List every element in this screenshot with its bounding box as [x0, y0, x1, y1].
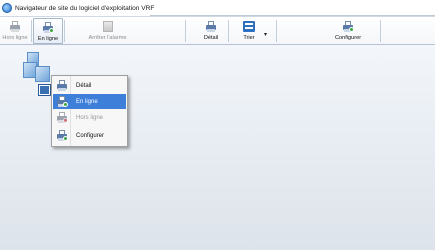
- offline-button-label: Hors ligne: [2, 35, 28, 41]
- toolbar-separator: [228, 20, 229, 42]
- sort-icon: [243, 21, 255, 32]
- menu-item-label: Configurer: [76, 132, 105, 139]
- configure-button-label: Configurer: [334, 35, 362, 41]
- menu-item-label: En ligne: [76, 98, 98, 105]
- title-divider: [150, 15, 435, 16]
- configure-icon: [56, 130, 68, 141]
- online-button-label: En ligne: [37, 36, 59, 42]
- detail-button[interactable]: Détail: [198, 18, 224, 44]
- detail-button-label: Détail: [203, 35, 219, 41]
- configure-button[interactable]: Configurer: [328, 18, 368, 44]
- menu-item-label: Détail: [76, 82, 92, 89]
- online-button[interactable]: En ligne: [33, 18, 63, 44]
- menu-item-offline[interactable]: Hors ligne: [53, 110, 126, 125]
- toolbar-separator: [64, 20, 65, 42]
- printer-offline-icon: [9, 21, 21, 32]
- alarm-stop-icon: [102, 21, 114, 32]
- site-node[interactable]: [23, 52, 53, 95]
- site-cube-icon: [35, 66, 50, 82]
- sort-button[interactable]: Trier: [237, 18, 261, 44]
- printer-configure-icon: [342, 21, 354, 32]
- sort-button-label: Trier: [243, 35, 255, 41]
- toolbar: Hors ligne En ligne Arrêter l'alarme Dét…: [0, 17, 435, 45]
- printer-offline-icon: [56, 112, 68, 123]
- toolbar-separator: [31, 20, 32, 42]
- app-logo-icon: [2, 3, 12, 13]
- toolbar-separator: [276, 20, 277, 42]
- offline-button[interactable]: Hors ligne: [0, 18, 30, 44]
- site-status-badge-icon: [39, 85, 50, 95]
- toolbar-separator: [185, 20, 186, 42]
- printer-online-icon: [42, 22, 54, 33]
- printer-online-icon: [56, 96, 68, 107]
- menu-item-label: Hors ligne: [76, 114, 104, 121]
- stop-alarm-button[interactable]: Arrêter l'alarme: [85, 18, 130, 44]
- stop-alarm-button-label: Arrêter l'alarme: [88, 35, 127, 41]
- printer-icon: [56, 80, 68, 91]
- menu-item-online[interactable]: En ligne: [53, 94, 126, 109]
- window-title: Navigateur de site du logiciel d'exploit…: [15, 4, 155, 12]
- sort-dropdown-arrow[interactable]: ▾: [264, 31, 267, 38]
- menu-item-configure[interactable]: Configurer: [53, 128, 126, 143]
- context-menu: Détail En ligne Hors ligne Configurer: [51, 75, 128, 147]
- toolbar-separator: [380, 20, 381, 42]
- menu-item-detail[interactable]: Détail: [53, 78, 126, 93]
- printer-detail-icon: [205, 21, 217, 32]
